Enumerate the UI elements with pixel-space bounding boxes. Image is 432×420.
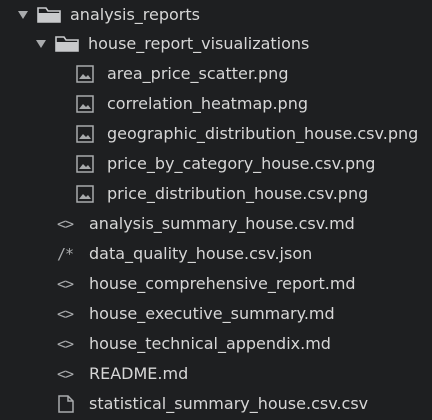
chevron-down-icon[interactable] (36, 40, 46, 48)
folder-icon (37, 5, 61, 25)
file-item[interactable]: <> analysis_summary_house.csv.md (0, 209, 432, 239)
folder-label: house_report_visualizations (88, 34, 310, 53)
file-label: house_technical_appendix.md (89, 334, 331, 353)
file-item[interactable]: <> house_executive_summary.md (0, 299, 432, 329)
code-icon: <> (57, 215, 74, 233)
file-tree: analysis_reports house_report_visualizat… (0, 0, 432, 420)
file-label: data_quality_house.csv.json (89, 244, 313, 263)
folder-analysis-reports[interactable]: analysis_reports (0, 0, 432, 30)
file-item[interactable]: area_price_scatter.png (0, 59, 432, 89)
file-item[interactable]: price_distribution_house.csv.png (0, 179, 432, 209)
folder-icon (55, 34, 79, 54)
file-item[interactable]: <> README.md (0, 359, 432, 389)
image-icon (76, 95, 94, 113)
file-item[interactable]: <> house_technical_appendix.md (0, 329, 432, 359)
file-label: price_by_category_house.csv.png (107, 154, 376, 173)
image-icon (76, 185, 94, 203)
file-label: statistical_summary_house.csv.csv (89, 394, 369, 413)
json-icon: /* (57, 245, 74, 263)
file-item[interactable]: statistical_summary_house.csv.csv (0, 389, 432, 419)
code-icon: <> (57, 335, 74, 353)
file-item[interactable]: <> house_comprehensive_report.md (0, 269, 432, 299)
chevron-down-icon[interactable] (18, 11, 28, 19)
image-icon (76, 155, 94, 173)
file-label: house_executive_summary.md (89, 304, 335, 323)
file-label: correlation_heatmap.png (107, 94, 308, 113)
file-item[interactable]: correlation_heatmap.png (0, 89, 432, 119)
code-icon: <> (57, 275, 74, 293)
code-icon: <> (57, 365, 74, 383)
file-icon (58, 395, 74, 413)
image-icon (76, 125, 94, 143)
file-label: area_price_scatter.png (107, 64, 289, 83)
folder-house-report-visualizations[interactable]: house_report_visualizations (0, 29, 432, 59)
code-icon: <> (57, 305, 74, 323)
file-label: house_comprehensive_report.md (89, 274, 356, 293)
file-label: geographic_distribution_house.csv.png (107, 124, 419, 143)
file-label: README.md (89, 364, 189, 383)
file-item[interactable]: price_by_category_house.csv.png (0, 149, 432, 179)
file-item[interactable]: geographic_distribution_house.csv.png (0, 119, 432, 149)
file-item[interactable]: /* data_quality_house.csv.json (0, 239, 432, 269)
image-icon (76, 65, 94, 83)
folder-label: analysis_reports (70, 5, 200, 24)
file-label: analysis_summary_house.csv.md (89, 214, 355, 233)
file-label: price_distribution_house.csv.png (107, 184, 369, 203)
